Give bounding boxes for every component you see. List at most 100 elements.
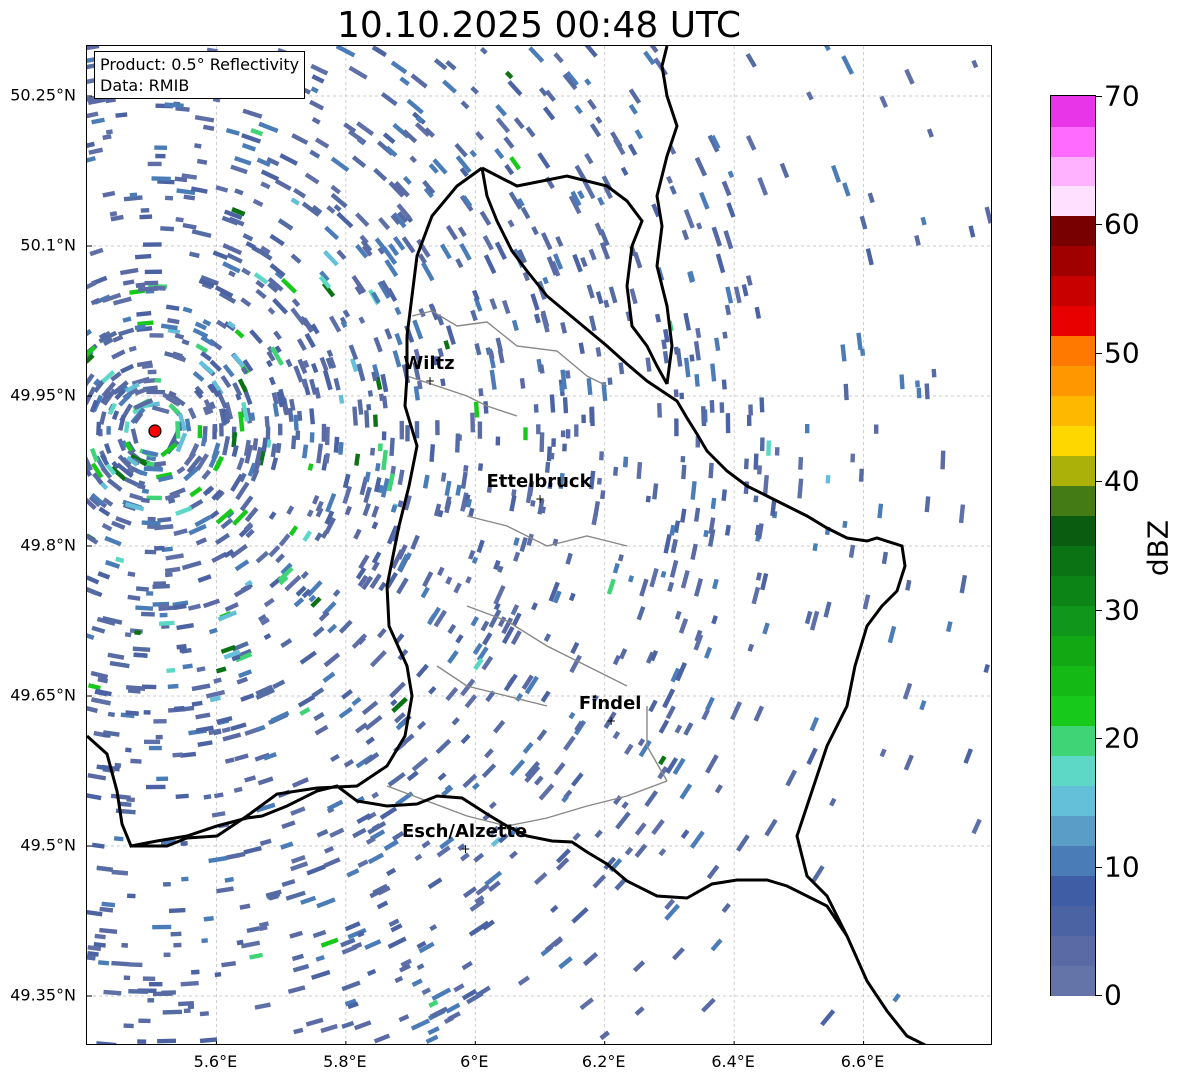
- echo-pixel: [530, 293, 540, 311]
- echo-pixel: [162, 1009, 183, 1015]
- echo-pixel: [290, 197, 300, 206]
- echo-pixel: [565, 370, 571, 379]
- echo-pixel: [658, 719, 670, 734]
- echo-pixel: [285, 890, 306, 901]
- echo-pixel: [620, 166, 629, 176]
- echo-pixel: [332, 589, 341, 598]
- echo-pixel: [453, 983, 465, 993]
- echo-pixel: [173, 705, 185, 712]
- echo-pixel: [402, 175, 412, 185]
- echo-pixel: [820, 1009, 836, 1027]
- echo-pixel: [570, 772, 584, 787]
- echo-pixel: [690, 543, 698, 560]
- echo-pixel: [125, 747, 132, 753]
- echo-pixel: [173, 942, 182, 948]
- lon-tick-label: 6.4°E: [711, 1052, 755, 1071]
- echo-pixel: [675, 348, 683, 367]
- echo-pixel: [513, 117, 525, 130]
- echo-pixel: [300, 895, 317, 905]
- echo-pixel: [597, 196, 605, 206]
- echo-pixel: [101, 522, 113, 532]
- echo-pixel: [701, 997, 716, 1013]
- echo-pixel: [187, 603, 201, 611]
- echo-pixel: [289, 930, 303, 939]
- colorbar-segment: [1051, 605, 1095, 636]
- echo-pixel: [241, 267, 251, 276]
- echo-pixel: [281, 878, 296, 888]
- echo-pixel: [144, 269, 163, 275]
- echo-pixel: [234, 328, 245, 339]
- colorbar-segment: [1051, 305, 1095, 337]
- echo-pixel: [463, 465, 469, 472]
- echo-pixel: [239, 903, 251, 910]
- echo-pixel: [330, 753, 340, 763]
- echo-pixel: [658, 848, 667, 857]
- echo-pixel: [593, 501, 601, 517]
- echo-pixel: [422, 474, 430, 489]
- echo-pixel: [493, 719, 506, 734]
- echo-pixel: [488, 801, 497, 810]
- echo-pixel: [544, 89, 557, 102]
- colorbar-label: dBZ: [1141, 519, 1175, 577]
- echo-pixel: [634, 822, 647, 836]
- echo-pixel: [87, 683, 101, 691]
- echo-pixel: [680, 508, 687, 523]
- echo-pixel: [571, 907, 589, 924]
- echo-pixel: [412, 319, 424, 340]
- echo-pixel: [443, 340, 451, 350]
- echo-pixel: [128, 962, 143, 968]
- echo-pixel: [618, 362, 625, 375]
- echo-pixel: [405, 425, 410, 442]
- echo-pixel: [637, 738, 646, 747]
- echo-pixel: [326, 205, 336, 214]
- echo-pixel: [389, 681, 406, 699]
- echo-pixel: [181, 876, 189, 882]
- echo-pixel: [338, 619, 353, 634]
- echo-pixel: [309, 432, 315, 443]
- echo-pixel: [968, 225, 976, 238]
- echo-pixel: [411, 978, 423, 987]
- echo-pixel: [887, 625, 897, 644]
- echo-pixel: [584, 152, 594, 165]
- echo-pixel: [236, 457, 245, 471]
- echo-pixel: [477, 421, 483, 439]
- echo-pixel: [155, 734, 163, 740]
- echo-pixel: [364, 715, 383, 731]
- echo-pixel: [160, 226, 175, 232]
- colorbar-tick-label: 40: [1104, 464, 1140, 498]
- echo-pixel: [683, 722, 694, 736]
- echo-pixel: [167, 317, 180, 325]
- echo-pixel: [595, 116, 603, 124]
- echo-pixel: [551, 438, 556, 447]
- echo-pixel: [124, 476, 139, 488]
- lat-tick-label: 49.5°N: [20, 835, 76, 855]
- echo-pixel: [103, 989, 122, 996]
- echo-pixel: [94, 933, 106, 940]
- echo-pixel: [261, 437, 268, 452]
- echo-pixel: [484, 748, 494, 759]
- echo-pixel: [118, 327, 135, 337]
- echo-pixel: [216, 666, 227, 674]
- echo-pixel: [239, 495, 254, 512]
- echo-pixel: [440, 472, 447, 482]
- echo-pixel: [376, 900, 389, 910]
- echo-pixel: [504, 163, 515, 176]
- echo-pixel: [91, 697, 111, 706]
- echo-pixel: [914, 235, 921, 246]
- echo-pixel: [745, 134, 757, 151]
- echo-pixel: [128, 988, 148, 995]
- echo-pixel: [99, 411, 107, 425]
- echo-pixel: [151, 405, 170, 415]
- echo-pixel: [475, 131, 485, 141]
- echo-pixel: [246, 926, 260, 934]
- lon-tick-label: 6.2°E: [581, 1052, 626, 1071]
- echo-pixel: [138, 1018, 151, 1024]
- echo-pixel: [473, 852, 485, 863]
- echo-pixel: [431, 987, 452, 1001]
- echo-pixel: [617, 554, 624, 562]
- echo-pixel: [538, 364, 545, 374]
- echo-pixel: [285, 358, 293, 368]
- echo-pixel: [353, 1020, 372, 1031]
- radar-map[interactable]: + + + +: [86, 45, 992, 1045]
- echo-pixel: [381, 449, 388, 471]
